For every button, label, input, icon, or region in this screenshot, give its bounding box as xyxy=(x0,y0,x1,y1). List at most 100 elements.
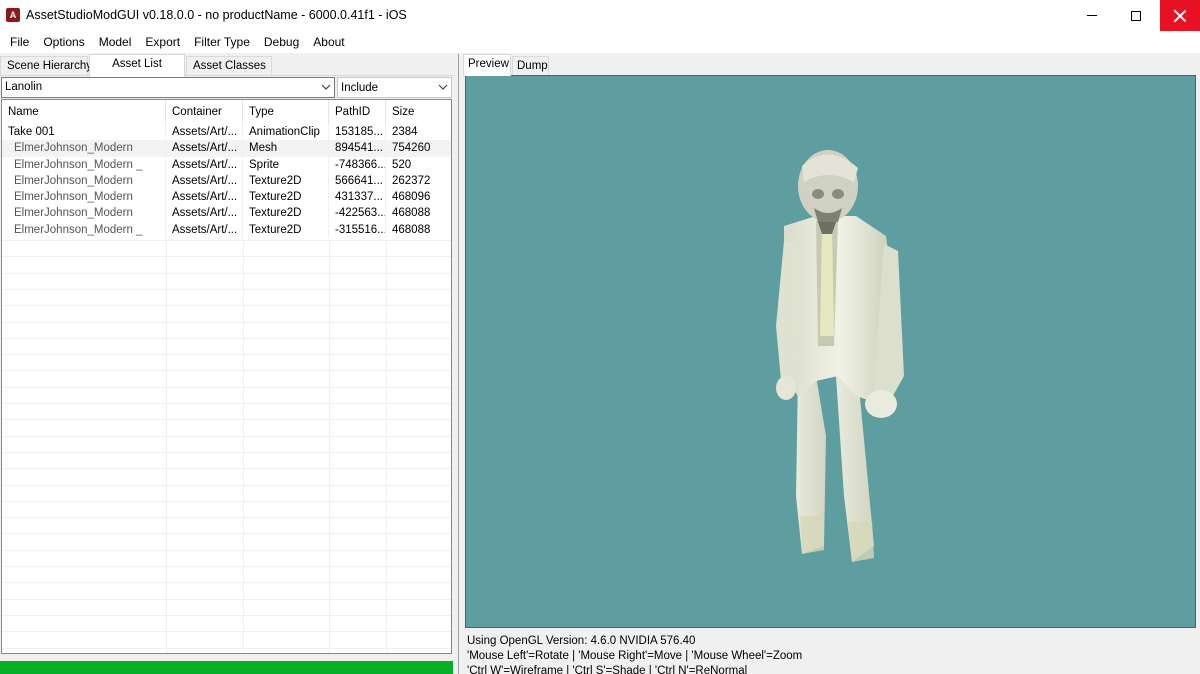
column-header-pathid[interactable]: PathID xyxy=(329,100,386,124)
table-row[interactable]: ElmerJohnson_Modern Assets/Art/... Textu… xyxy=(2,172,451,190)
maximize-button[interactable] xyxy=(1116,0,1156,31)
cell-name: ElmerJohnson_Modern xyxy=(2,205,166,222)
tab-asset-classes[interactable]: Asset Classes xyxy=(186,56,272,76)
grid-line xyxy=(2,321,451,323)
opengl-version-text: Using OpenGL Version: 4.6.0 NVIDIA 576.4… xyxy=(467,635,696,647)
close-button[interactable] xyxy=(1160,0,1200,31)
grid-line xyxy=(2,288,451,290)
cell-type: Sprite xyxy=(243,156,329,173)
grid-line xyxy=(2,337,451,339)
column-header-name[interactable]: Name xyxy=(2,100,166,124)
grid-line xyxy=(2,403,451,404)
grid-line xyxy=(2,517,451,519)
grid-line xyxy=(2,598,451,600)
window-title: AssetStudioModGUI v0.18.0.0 - no product… xyxy=(26,8,407,22)
grid-line xyxy=(2,582,451,584)
grid-line xyxy=(2,614,451,616)
cell-type: Texture2D xyxy=(243,205,329,222)
menu-file[interactable]: File xyxy=(3,31,36,53)
filter-text-combo[interactable]: Lanolin xyxy=(1,77,335,98)
tab-scene-hierarchy[interactable]: Scene Hierarchy xyxy=(0,56,92,76)
grid-line xyxy=(2,272,451,274)
cell-container: Assets/Art/... xyxy=(166,124,243,141)
cell-pathid: 153185... xyxy=(329,124,386,141)
progress-fill xyxy=(0,661,453,674)
app-logo-icon: A xyxy=(6,8,20,22)
column-header-type[interactable]: Type xyxy=(243,100,329,124)
menu-debug[interactable]: Debug xyxy=(257,31,306,53)
grid-column-line xyxy=(166,240,167,653)
table-row[interactable]: ElmerJohnson_Modern _ Assets/Art/... Spr… xyxy=(2,156,451,173)
cell-size: 262372 xyxy=(386,173,451,189)
grid-line xyxy=(2,631,451,633)
cell-pathid: 894541... xyxy=(329,140,386,157)
tab-asset-list[interactable]: Asset List xyxy=(89,54,185,77)
cell-type: Texture2D xyxy=(243,172,329,190)
table-row[interactable]: ElmerJohnson_Modern Assets/Art/... Textu… xyxy=(2,189,451,206)
list-header: Name Container Type PathID Size xyxy=(2,100,451,124)
cell-pathid: 566641... xyxy=(329,172,386,190)
empty-grid-lines xyxy=(2,240,451,653)
menu-export[interactable]: Export xyxy=(138,31,187,53)
menu-about[interactable]: About xyxy=(306,31,351,53)
render-status-text: Using OpenGL Version: 4.6.0 NVIDIA 576.4… xyxy=(467,634,802,674)
cell-type: AnimationClip xyxy=(243,124,329,141)
mouse-controls-hint: 'Mouse Left'=Rotate | 'Mouse Right'=Move… xyxy=(467,650,803,662)
title-bar: A AssetStudioModGUI v0.18.0.0 - no produ… xyxy=(0,0,1200,31)
asset-list-view[interactable]: Name Container Type PathID Size Take 001… xyxy=(1,99,452,654)
column-header-size[interactable]: Size xyxy=(386,100,451,124)
chevron-down-icon[interactable] xyxy=(438,82,448,92)
grid-line xyxy=(2,435,451,437)
filter-mode-value: Include xyxy=(341,82,379,94)
table-row[interactable]: Take 001 Assets/Art/... AnimationClip 15… xyxy=(2,124,451,141)
cell-container: Assets/Art/... xyxy=(166,221,243,239)
progress-bar xyxy=(0,661,453,674)
grid-line xyxy=(2,549,451,551)
grid-line xyxy=(2,468,451,470)
grid-line xyxy=(2,566,451,567)
cell-size: 468096 xyxy=(386,189,451,205)
tab-preview[interactable]: Preview xyxy=(463,54,511,76)
grid-line xyxy=(2,419,451,421)
minimize-button[interactable] xyxy=(1072,0,1112,31)
opengl-preview-viewport[interactable] xyxy=(465,75,1196,628)
table-row[interactable]: ElmerJohnson_Modern _ Assets/Art/... Tex… xyxy=(2,221,451,239)
chevron-down-icon[interactable] xyxy=(321,82,331,92)
preview-panel: Preview Dump Using OpenGL Version: 4.6.0… xyxy=(458,54,1200,674)
grid-line xyxy=(2,484,451,486)
cell-pathid: -315516... xyxy=(329,221,386,239)
grid-line xyxy=(2,370,451,372)
filter-mode-select[interactable]: Include xyxy=(337,77,452,98)
cell-pathid: -422563... xyxy=(329,205,386,222)
cell-pathid: -748366... xyxy=(329,156,386,173)
cell-name: ElmerJohnson_Modern _ xyxy=(2,221,166,239)
grid-column-line xyxy=(386,240,387,653)
cell-container: Assets/Art/... xyxy=(166,205,243,222)
cell-size: 2384 xyxy=(386,124,451,140)
menu-filter-type[interactable]: Filter Type xyxy=(187,31,257,53)
left-panel: Scene Hierarchy Asset List Asset Classes… xyxy=(0,54,456,674)
list-rows: Take 001 Assets/Art/... AnimationClip 15… xyxy=(2,124,451,239)
tab-divider xyxy=(0,75,455,76)
cell-size: 754260 xyxy=(386,140,451,156)
table-row[interactable]: ElmerJohnson_Modern Assets/Art/... Mesh … xyxy=(2,140,451,157)
menu-options[interactable]: Options xyxy=(36,31,91,53)
keyboard-controls-hint: 'Ctrl W'=Wireframe | 'Ctrl S'=Shade | 'C… xyxy=(467,665,748,674)
tab-dump[interactable]: Dump xyxy=(512,56,549,76)
table-row[interactable]: ElmerJohnson_Modern Assets/Art/... Textu… xyxy=(2,205,451,222)
grid-column-line xyxy=(243,240,244,653)
grid-line xyxy=(2,354,451,356)
app-window: A AssetStudioModGUI v0.18.0.0 - no produ… xyxy=(0,0,1200,674)
cell-type: Texture2D xyxy=(243,189,329,206)
cell-name: ElmerJohnson_Modern xyxy=(2,189,166,206)
maximize-icon xyxy=(1131,10,1141,21)
cell-size: 468088 xyxy=(386,222,451,238)
close-icon xyxy=(1173,9,1187,23)
grid-line xyxy=(2,240,451,241)
grid-line xyxy=(2,647,451,649)
cell-container: Assets/Art/... xyxy=(166,140,243,157)
menu-model[interactable]: Model xyxy=(92,31,139,53)
cell-size: 520 xyxy=(386,157,451,173)
column-header-container[interactable]: Container xyxy=(166,100,243,124)
cell-container: Assets/Art/... xyxy=(166,189,243,206)
